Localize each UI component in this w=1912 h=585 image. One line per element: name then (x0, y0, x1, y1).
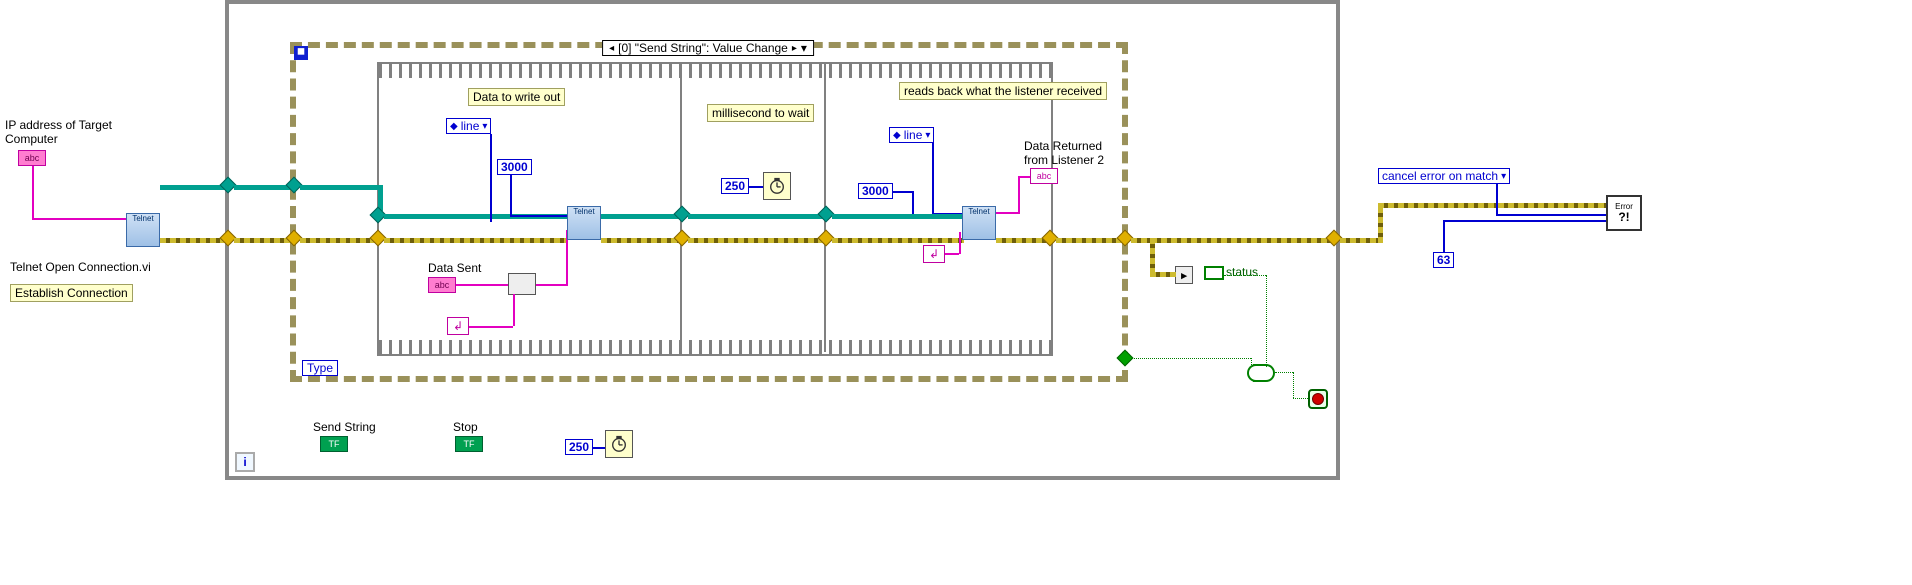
cancel-error-ring[interactable]: cancel error on match ▾ (1378, 168, 1510, 184)
unbundle-status-icon: ▸ (1175, 266, 1193, 284)
data-returned-indicator-icon: abc (1030, 168, 1058, 184)
telnet-write-vi-icon[interactable]: Telnet (567, 206, 601, 240)
frame1-read-mode-value: line (461, 119, 480, 133)
send-string-control-icon[interactable]: TF (320, 436, 348, 452)
loop-wait-ms-const[interactable]: 250 (565, 439, 593, 455)
event-case-selector[interactable]: ◂ [0] "Send String": Value Change ▸ ▾ (602, 40, 814, 56)
frame3-comment: reads back what the listener received (899, 82, 1107, 100)
send-string-label: Send String (313, 420, 376, 434)
stop-control-icon[interactable]: TF (455, 436, 483, 452)
frame2-wait-ms-const[interactable]: 250 (721, 178, 749, 194)
frame3-read-mode-value: line (904, 128, 923, 142)
telnet-open-caption: Telnet Open Connection.vi (10, 260, 151, 274)
error-wire (160, 238, 228, 243)
iteration-terminal-icon: i (235, 452, 255, 472)
or-node-icon (1253, 364, 1275, 382)
event-case-label: [0] "Send String": Value Change (618, 41, 788, 55)
loop-stop-terminal-icon (1308, 389, 1328, 409)
concat-strings-icon (508, 273, 536, 295)
frame1-crlf-const-icon: ↲ (447, 317, 469, 335)
frame1-comment: Data to write out (468, 88, 565, 106)
error-code-const[interactable]: 63 (1433, 252, 1454, 268)
ip-address-control-icon[interactable]: abc (18, 150, 46, 166)
data-sent-label: Data Sent (428, 261, 481, 275)
telnet-open-vi-icon[interactable]: Telnet (126, 213, 160, 247)
establish-connection-comment: Establish Connection (10, 284, 133, 302)
frame3-crlf-const-icon: ↲ (923, 245, 945, 263)
telnet-read-vi-icon[interactable]: Telnet (962, 206, 996, 240)
ip-address-label: IP address of Target Computer (5, 118, 112, 146)
data-sent-control-icon[interactable]: abc (428, 277, 456, 293)
clear-error-vi-icon[interactable]: Error ?! (1606, 195, 1642, 231)
event-lock-icon: ◼ (294, 46, 308, 60)
cancel-error-value: cancel error on match (1382, 169, 1498, 183)
frame1-timeout-const[interactable]: 3000 (497, 159, 532, 175)
status-indicator-icon (1204, 266, 1224, 280)
event-type-label: Type (302, 360, 338, 376)
stop-label: Stop (453, 420, 478, 434)
frame2-comment: millisecond to wait (707, 104, 814, 122)
loop-wait-icon (605, 430, 633, 458)
frame3-read-mode-ring[interactable]: ◆ line ▾ (889, 127, 934, 143)
data-returned-label: Data Returned from Listener 2 (1024, 139, 1104, 167)
frame2-wait-icon (763, 172, 791, 200)
frame3-timeout-const[interactable]: 3000 (858, 183, 893, 199)
frame1-read-mode-ring[interactable]: ◆ line ▾ (446, 118, 491, 134)
